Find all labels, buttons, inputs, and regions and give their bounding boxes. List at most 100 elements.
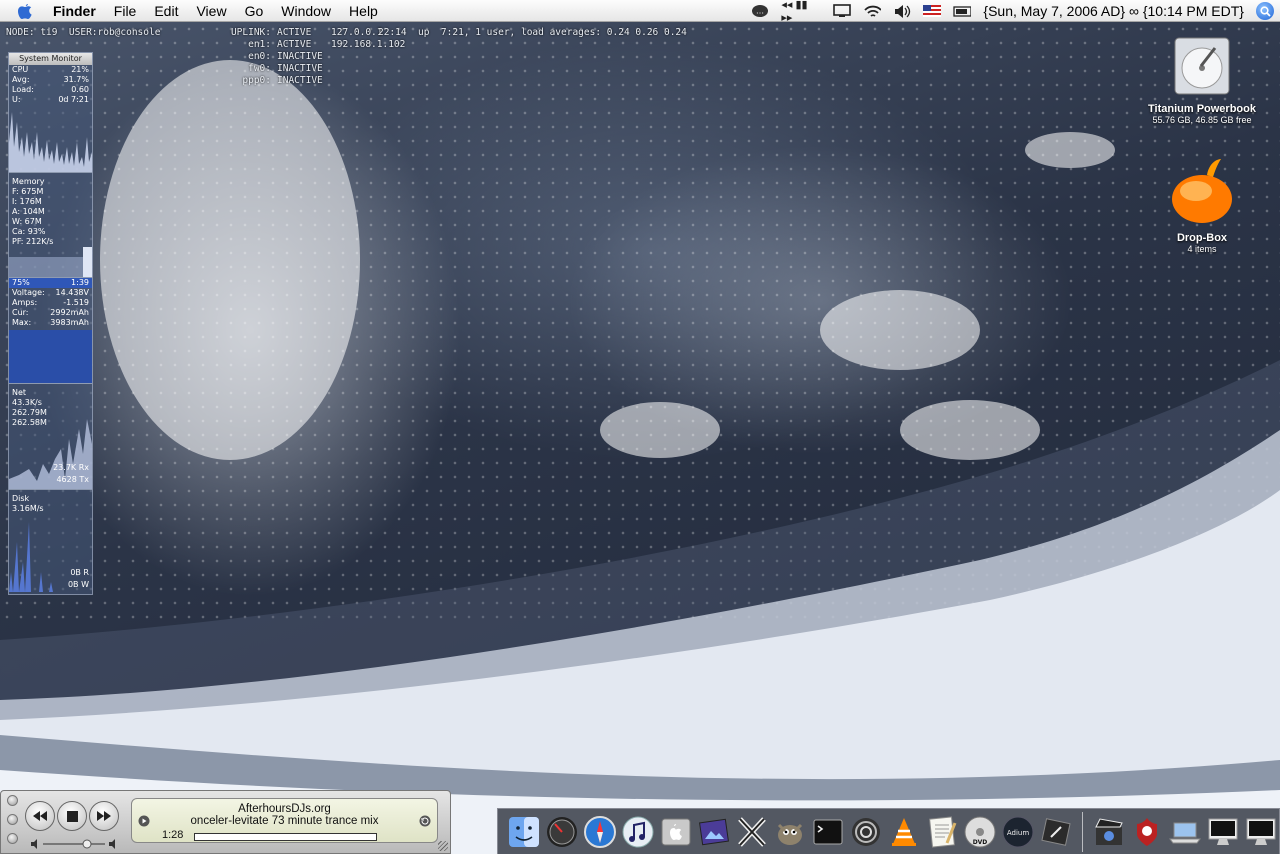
dropbox-subtitle: 4 items (1187, 244, 1217, 254)
iface-status: INACTIVE (277, 75, 323, 86)
iface-ip: 192.168.1.102 (331, 39, 406, 50)
disk-write-value: 0B W (67, 580, 89, 589)
network-interfaces: UPLINK: ACTIVE 127.0.0.1 en1: ACTIVE 192.168… (181, 27, 405, 87)
adium-icon[interactable]: Adium (1000, 814, 1036, 850)
net-title: Net (12, 388, 27, 397)
hard-drive-icon (1174, 37, 1230, 95)
textedit-icon[interactable] (924, 814, 960, 850)
disk-read-value: 0B R (70, 568, 89, 577)
itunes-controls-icon[interactable]: ◂◂ ▮▮ ▸▸ (781, 0, 821, 24)
dock-separator (1082, 811, 1083, 852)
menu-help[interactable]: Help (340, 0, 387, 22)
x11-icon[interactable] (734, 814, 770, 850)
cpu-graph (9, 112, 92, 172)
resize-handle[interactable] (438, 841, 448, 851)
menu-edit[interactable]: Edit (145, 0, 187, 22)
net-row: 43.3K/s (9, 398, 92, 408)
cpu-row: CPU 21% (9, 65, 92, 75)
adium-label: Adium (1007, 829, 1029, 837)
battery-row: Amps: -1.519 (9, 298, 92, 308)
vlc-icon[interactable] (886, 814, 922, 850)
battery-label: Max: (12, 318, 32, 327)
iface-row: en0: INACTIVE (181, 51, 405, 63)
imovie-icon[interactable] (1091, 814, 1127, 850)
menu-window[interactable]: Window (272, 0, 340, 22)
itunes-icon[interactable] (620, 814, 656, 850)
previous-button[interactable] (25, 801, 55, 831)
menu-file[interactable]: File (105, 0, 146, 22)
cpu-section: CPU 21% Avg: 31.7% Load: 0.60 U: 0d 7:21 (9, 65, 92, 173)
keychain-icon[interactable] (1038, 814, 1074, 850)
menu-go[interactable]: Go (236, 0, 273, 22)
spotlight-icon[interactable] (1256, 2, 1274, 20)
menu-app-finder[interactable]: Finder (44, 0, 105, 22)
net-tx: 4628 Tx (53, 475, 92, 485)
dvd-label: DVD (973, 839, 988, 846)
shield-cat-icon[interactable] (1129, 814, 1165, 850)
disk-title: Disk (12, 494, 30, 503)
zoom-icon[interactable] (7, 833, 18, 844)
us-flag-icon[interactable] (923, 3, 942, 19)
memory-graph (9, 247, 92, 277)
minimize-icon[interactable] (7, 814, 18, 825)
iface-status: ACTIVE (277, 27, 312, 38)
terminal-icon[interactable] (810, 814, 846, 850)
battery-row: Max: 3983mAh (9, 318, 92, 328)
play-mode-icon[interactable] (138, 815, 150, 830)
finder-icon[interactable] (506, 814, 542, 850)
wallpaper-wave (0, 60, 1280, 854)
iface-row: UPLINK: ACTIVE 127.0.0.1 (181, 27, 405, 39)
system-monitor-widget[interactable]: System Monitor CPU 21% Avg: 31.7% Load: 0.6… (8, 52, 93, 595)
apple-menu-icon[interactable] (14, 0, 36, 22)
powerbook-icon[interactable] (1167, 814, 1203, 850)
itunes-mini-player: AfterhoursDJs.org onceler-levitate 73 mi… (0, 790, 451, 854)
dvd-player-icon[interactable]: DVD (962, 814, 998, 850)
iphoto-icon[interactable] (696, 814, 732, 850)
dropbox-title: Drop-Box (1176, 232, 1228, 244)
gimp-icon[interactable] (772, 814, 808, 850)
wifi-icon[interactable] (863, 3, 882, 19)
now-playing-display[interactable]: AfterhoursDJs.org onceler-levitate 73 mi… (131, 798, 438, 843)
cpu-value: 21% (71, 65, 89, 74)
cpu-label: CPU (12, 65, 29, 74)
stop-button[interactable] (57, 801, 87, 831)
snapback-icon[interactable] (419, 815, 431, 830)
next-button[interactable] (89, 801, 119, 831)
progress-bar[interactable] (194, 833, 377, 841)
net-tx-value: 4628 Tx (56, 475, 89, 484)
volume-icon[interactable] (893, 3, 911, 19)
svg-text:…: … (756, 7, 764, 16)
iface-row: fw0: INACTIVE (181, 63, 405, 75)
battery-row: Cur: 2992mAh (9, 308, 92, 318)
battery-value: 14.438V (55, 288, 89, 297)
iface-name: ppp0: (242, 75, 271, 86)
net-rx-value: 23.7K Rx (53, 463, 89, 472)
close-icon[interactable] (7, 795, 18, 806)
chat-icon[interactable]: … (751, 3, 769, 19)
imac-2-icon[interactable] (1243, 814, 1279, 850)
iface-name: fw0: (248, 63, 271, 74)
cpu-row: Avg: 31.7% (9, 75, 92, 85)
menu-view[interactable]: View (187, 0, 235, 22)
disk-write: 0B W (65, 580, 92, 590)
dashboard-icon[interactable] (544, 814, 580, 850)
uptime-readout: 22:14 up 7:21, 1 user, load averages: 0.… (378, 27, 687, 38)
system-prefs-icon[interactable] (658, 814, 694, 850)
battery-percent: 75% (12, 278, 30, 287)
display-icon[interactable] (833, 3, 852, 19)
volume-slider[interactable] (31, 837, 119, 849)
imac-icon[interactable] (1205, 814, 1241, 850)
rapidweaver-icon[interactable] (848, 814, 884, 850)
safari-icon[interactable] (582, 814, 618, 850)
memory-section: Memory F: 675M I: 176M A: 104M W: 67M Ca… (9, 173, 92, 278)
menubar-clock[interactable]: {Sun, May 7, 2006 AD} ∞ {10:14 PM EDT} (983, 3, 1244, 19)
cpu-value: 0.60 (71, 85, 89, 94)
battery-label: Voltage: (12, 288, 45, 297)
desktop-icon-hdd[interactable]: Titanium Powerbook 55.76 GB, 46.85 GB fr… (1140, 32, 1264, 125)
iface-name: en0: (248, 51, 271, 62)
desktop-icon-dropbox[interactable]: Drop-Box 4 items (1160, 155, 1244, 254)
battery-icon[interactable] (953, 3, 972, 19)
net-rx: 23.7K Rx (50, 463, 92, 473)
iface-status: INACTIVE (277, 51, 323, 62)
net-section: Net 43.3K/s 262.79M 262.58M 23.7K Rx 462… (9, 384, 92, 490)
